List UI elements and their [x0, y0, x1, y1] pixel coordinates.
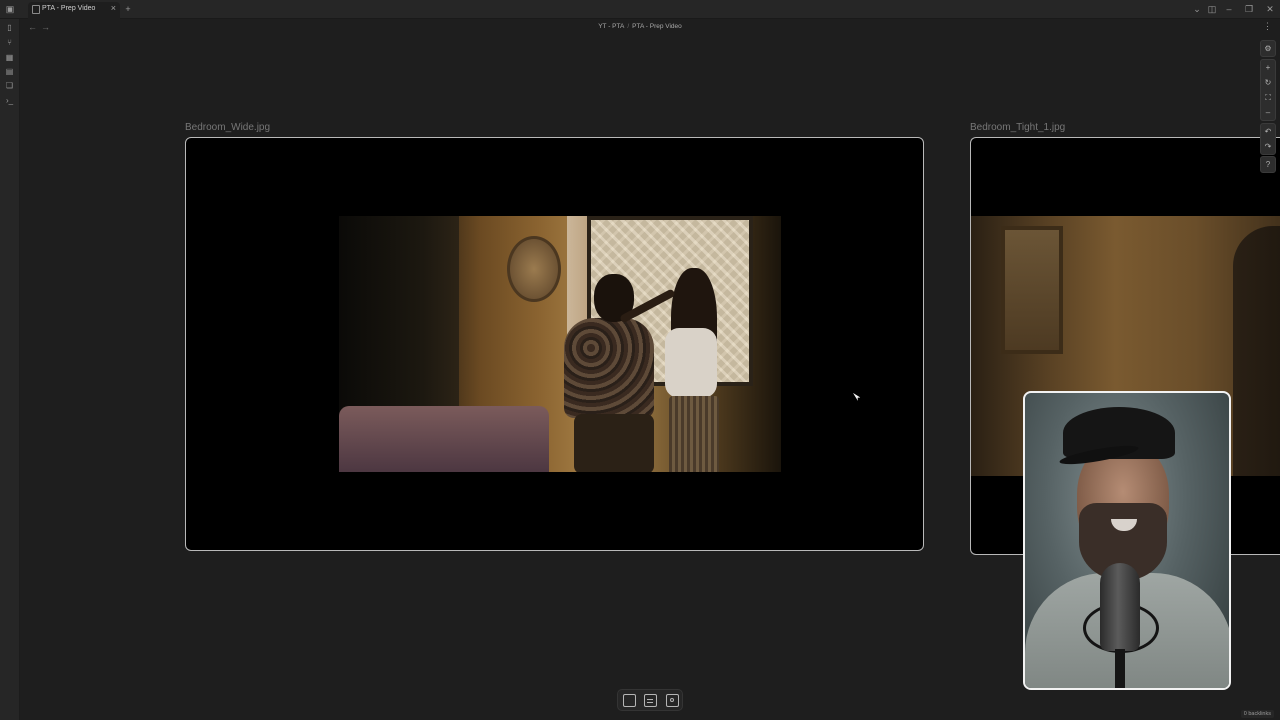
figure-silhouette	[1233, 226, 1280, 476]
mirror-shape	[507, 236, 561, 302]
history-controls-group: ↶ ↷	[1260, 123, 1276, 155]
zoom-in-icon[interactable]: +	[1261, 60, 1275, 75]
calendar-icon[interactable]: ▤	[5, 67, 14, 76]
picture-frame-shape	[1001, 226, 1063, 354]
tab-pta-prep-video[interactable]: PTA - Prep Video ×	[28, 2, 120, 19]
add-note-icon[interactable]	[644, 694, 657, 707]
undo-icon[interactable]: ↶	[1261, 124, 1275, 139]
more-options-icon[interactable]: ⋮	[1263, 21, 1272, 32]
help-icon[interactable]: ?	[1261, 157, 1275, 172]
minimize-icon[interactable]: –	[1221, 0, 1237, 19]
microphone-shape	[1100, 563, 1140, 651]
media-dot	[670, 698, 674, 702]
close-window-icon[interactable]: ✕	[1262, 0, 1278, 19]
mic-stand-shape	[1115, 649, 1125, 688]
man-legs	[574, 414, 654, 472]
new-card-icon[interactable]	[623, 694, 636, 707]
tab-bar: ▣ PTA - Prep Video × + ⌄ ◫ – ❐ ✕	[0, 0, 1280, 19]
zoom-out-icon[interactable]: –	[1261, 105, 1275, 120]
obsidian-window: ▣ PTA - Prep Video × + ⌄ ◫ – ❐ ✕ ▯ ⑂ ▦ ▤…	[0, 0, 1280, 720]
note-line	[647, 702, 653, 703]
zoom-controls-group: + ↻ ⛶ –	[1260, 59, 1276, 121]
breadcrumb-separator: /	[627, 23, 630, 30]
woman-skirt	[669, 396, 719, 472]
right-sidebar-toggle-icon[interactable]: ◫	[1204, 0, 1220, 19]
breadcrumb: YT - PTA / PTA - Prep Video	[0, 23, 1280, 30]
reset-zoom-icon[interactable]: ↻	[1261, 75, 1275, 90]
graph-icon[interactable]: ⑂	[5, 38, 14, 47]
node-label-bedroom-wide[interactable]: Bedroom_Wide.jpg	[185, 122, 270, 133]
restore-icon[interactable]: ❐	[1241, 0, 1257, 19]
canvas-file-icon	[32, 5, 40, 14]
canvas-bottom-toolbar	[617, 689, 683, 711]
man-body	[564, 318, 654, 418]
redo-icon[interactable]: ↷	[1261, 139, 1275, 154]
note-line	[647, 699, 653, 700]
breadcrumb-folder[interactable]: YT - PTA	[598, 23, 624, 30]
backlinks-status[interactable]: 0 backlinks	[1240, 710, 1274, 718]
left-ribbon: ▯ ⑂ ▦ ▤ ❏ ›_	[0, 19, 20, 720]
sidebar-toggle-icon[interactable]: ▣	[2, 0, 18, 19]
breadcrumb-file[interactable]: PTA - Prep Video	[632, 23, 682, 30]
woman-top	[665, 328, 717, 398]
chevron-down-icon[interactable]: ⌄	[1189, 0, 1205, 19]
webcam-overlay	[1023, 391, 1231, 690]
canvas-settings-group: ⚙	[1260, 40, 1276, 57]
settings-icon[interactable]: ⚙	[1261, 41, 1275, 56]
node-label-bedroom-tight[interactable]: Bedroom_Tight_1.jpg	[970, 122, 1065, 133]
canvas-icon[interactable]: ▦	[5, 53, 14, 62]
bedroom-wide-image	[339, 216, 781, 472]
help-group: ?	[1260, 156, 1276, 173]
new-tab-button[interactable]: +	[120, 0, 136, 19]
close-tab-icon[interactable]: ×	[111, 3, 116, 13]
zoom-to-fit-icon[interactable]: ⛶	[1261, 90, 1275, 105]
terminal-icon[interactable]: ›_	[5, 96, 14, 105]
image-node-bedroom-wide[interactable]	[185, 137, 924, 551]
tab-title: PTA - Prep Video	[42, 5, 96, 12]
bed-shape	[339, 406, 549, 472]
copy-icon[interactable]: ❏	[5, 81, 14, 90]
add-media-icon[interactable]	[666, 694, 679, 707]
